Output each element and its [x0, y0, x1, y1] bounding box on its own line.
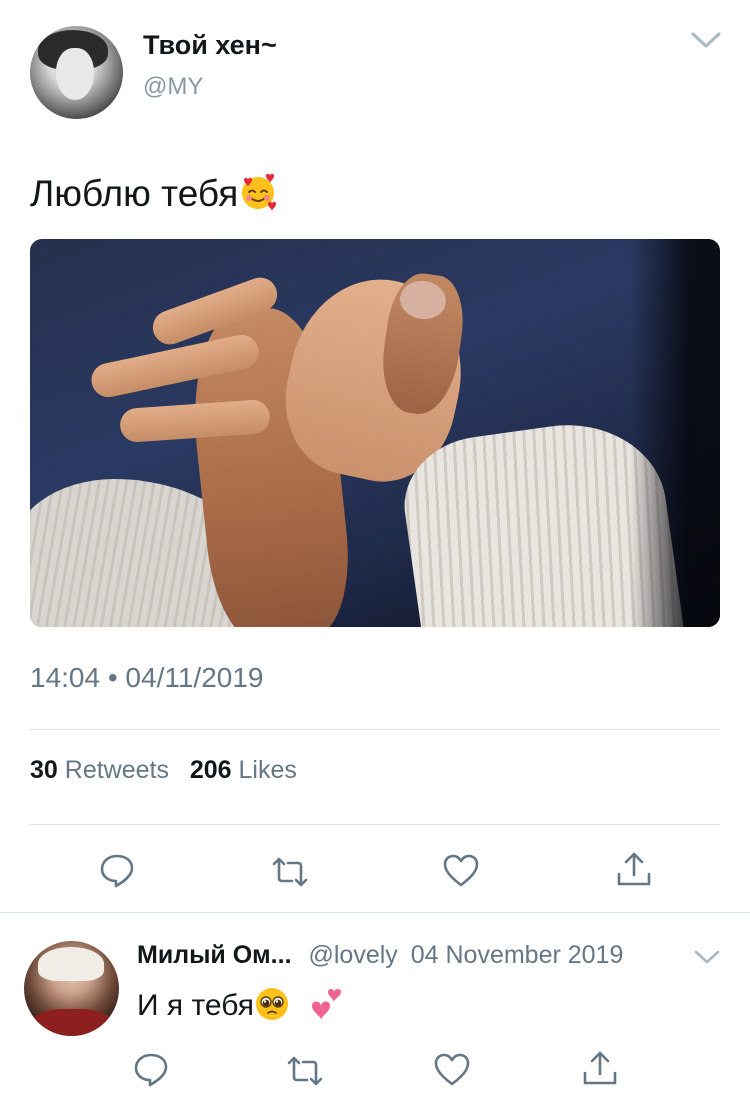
author-avatar[interactable] — [30, 26, 123, 119]
reply-text-content: И я тебя — [137, 989, 254, 1022]
author-name[interactable]: Твой хен~ — [143, 30, 277, 61]
avatar-face — [56, 48, 94, 100]
author-handle[interactable]: @MY — [143, 73, 203, 101]
main-tweet: Твой хен~ @MY Люблю тебя 14:04 • 04/11/2… — [0, 0, 750, 912]
tweet-text: Люблю тебя — [30, 172, 278, 215]
retweets-count: 30 — [30, 756, 58, 784]
tweet-text-content: Люблю тебя — [30, 173, 239, 214]
divider — [30, 824, 720, 825]
divider — [30, 729, 720, 730]
reply-icon[interactable] — [97, 850, 137, 890]
avatar-shirt — [30, 1009, 114, 1036]
retweets-label: Retweets — [64, 756, 169, 784]
chevron-down-icon[interactable] — [690, 30, 722, 50]
tweet-timestamp: 14:04 • 04/11/2019 — [30, 662, 264, 693]
photo-shadow — [630, 239, 720, 627]
pleading-face-emoji — [256, 988, 288, 1020]
reply-date: 04 November 2019 — [410, 941, 624, 969]
reply-author-name[interactable]: Милый Ом... — [137, 941, 292, 969]
avatar-hair — [38, 947, 104, 981]
reply-icon[interactable] — [131, 1049, 171, 1089]
like-icon[interactable] — [432, 1050, 472, 1090]
reply-header: Милый Ом... @lovely 04 November 2019 — [137, 941, 623, 970]
smiling-face-with-hearts-emoji — [242, 173, 277, 211]
likes-label: Likes — [238, 756, 297, 784]
reply-text: И я тебя — [137, 986, 344, 1023]
reply-author-avatar[interactable] — [24, 941, 119, 1036]
two-hearts-emoji — [312, 989, 342, 1020]
like-icon[interactable] — [441, 851, 481, 891]
retweet-stat[interactable]: 30 Retweets — [30, 756, 169, 784]
share-icon[interactable] — [614, 850, 654, 890]
tweet-stats: 30 Retweets 206 Likes — [30, 756, 297, 785]
retweet-icon[interactable] — [270, 852, 310, 892]
like-stat[interactable]: 206 Likes — [190, 756, 297, 784]
chevron-down-icon[interactable] — [694, 949, 720, 965]
share-icon[interactable] — [580, 1049, 620, 1089]
retweet-icon[interactable] — [285, 1051, 325, 1091]
reply-tweet[interactable]: Милый Ом... @lovely 04 November 2019 И я… — [0, 913, 750, 1106]
tweet-photo[interactable] — [30, 239, 720, 627]
likes-count: 206 — [189, 756, 232, 784]
reply-author-handle[interactable]: @lovely — [308, 941, 397, 969]
